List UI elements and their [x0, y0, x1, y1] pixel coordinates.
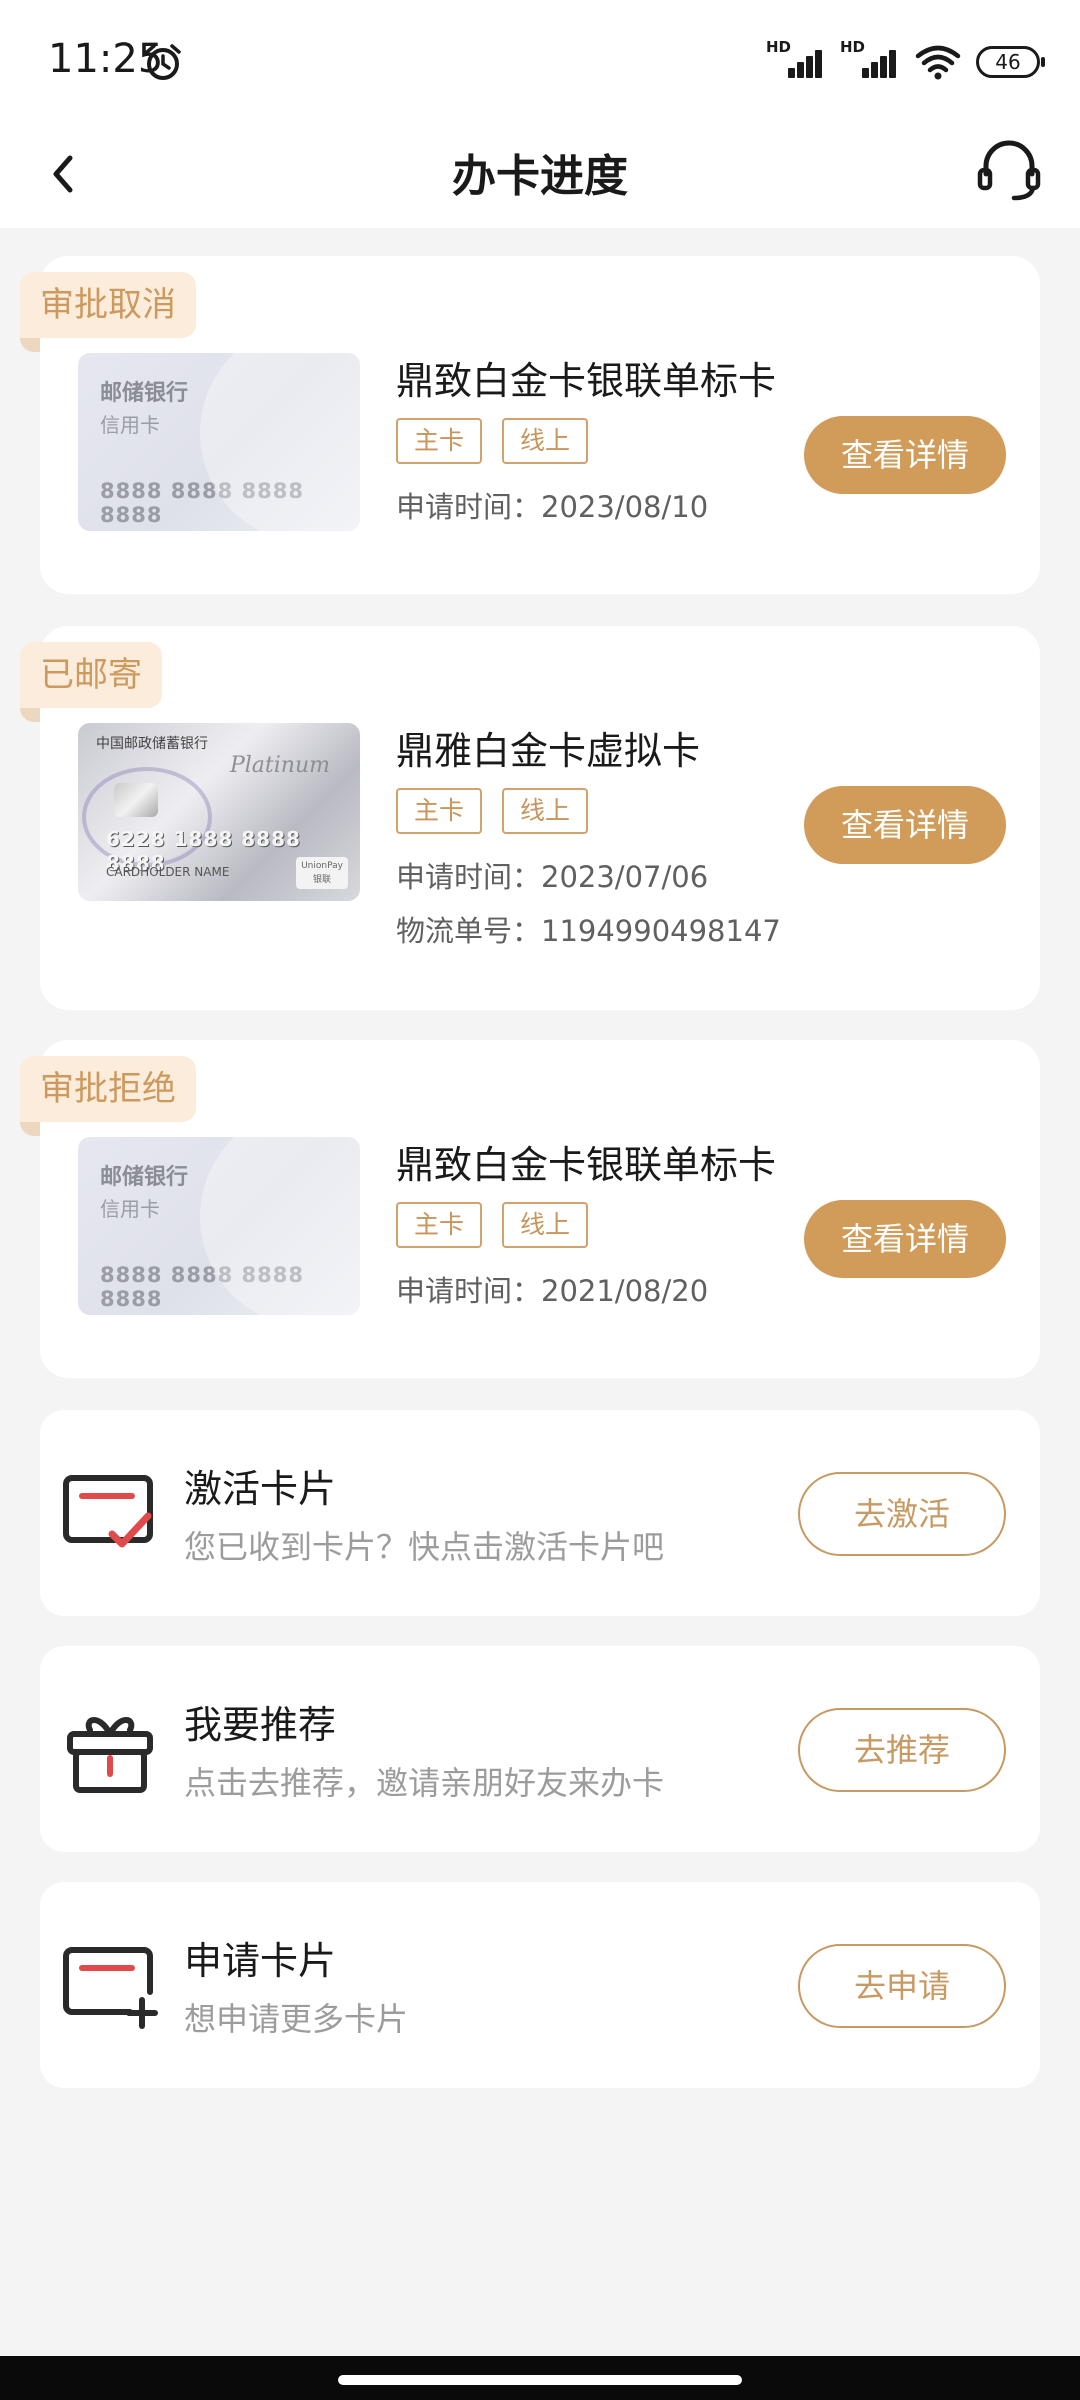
battery-icon: 46: [976, 46, 1045, 78]
application-card: 审批拒绝 邮储银行 信用卡 8888 8888 8888 8888 鼎致白金卡银…: [20, 1040, 1040, 1378]
card-name: 鼎致白金卡银联单标卡: [396, 1143, 777, 1187]
battery-level: 46: [995, 50, 1021, 74]
card-image-type: 信用卡: [100, 413, 160, 437]
unionpay-logo: UnionPay 银联: [296, 857, 348, 889]
card-image-platinum: Platinum: [229, 753, 330, 778]
tag-primary-card: 主卡: [396, 1202, 482, 1248]
navigation-gesture-bar: [0, 2356, 1080, 2400]
customer-service-headset-icon[interactable]: [974, 134, 1044, 204]
credit-card-image: 中国邮政储蓄银行 Platinum 6228 1888 8888 8888 CA…: [78, 723, 360, 901]
application-card: 审批取消 邮储银行 信用卡 8888 8888 8888 8888 鼎致白金卡银…: [20, 256, 1040, 594]
apply-card-row[interactable]: 申请卡片 想申请更多卡片 去申请: [40, 1882, 1040, 2088]
credit-card-image: 邮储银行 信用卡 8888 8888 8888 8888: [78, 353, 360, 531]
card-image-holder: CARDHOLDER NAME: [106, 865, 230, 879]
signal-icon: HD: [840, 38, 900, 82]
tag-primary-card: 主卡: [396, 788, 482, 834]
status-icons: HD HD 46: [766, 38, 1045, 84]
action-title: 激活卡片: [184, 1467, 337, 1511]
card-check-icon: [63, 1475, 153, 1548]
home-indicator[interactable]: [338, 2375, 742, 2385]
action-subtitle: 点击去推荐，邀请亲朋好友来办卡: [184, 1764, 665, 1802]
apply-time: 申请时间：2021/08/20: [396, 1274, 709, 1308]
nav-bar: 办卡进度: [0, 120, 1080, 228]
application-card: 已邮寄 中国邮政储蓄银行 Platinum 6228 1888 8888 888…: [20, 626, 1040, 1010]
card-image-type: 信用卡: [100, 1197, 160, 1221]
view-details-button[interactable]: 查看详情: [804, 1200, 1006, 1278]
action-subtitle: 想申请更多卡片: [184, 2000, 409, 2038]
tag-online: 线上: [502, 418, 588, 464]
card-plus-icon: [63, 1947, 158, 2029]
apply-time: 申请时间：2023/08/10: [396, 490, 709, 524]
activate-button[interactable]: 去激活: [798, 1472, 1006, 1556]
card-image-bank: 邮储银行: [100, 1165, 189, 1190]
view-details-button[interactable]: 查看详情: [804, 786, 1006, 864]
tracking-number: 物流单号：1194990498147: [396, 914, 781, 948]
action-title: 申请卡片: [184, 1939, 337, 1983]
apply-button[interactable]: 去申请: [798, 1944, 1006, 2028]
card-image-bank: 邮储银行: [100, 381, 189, 406]
status-bar: 11:25 HD HD 46: [0, 0, 1080, 120]
view-details-button[interactable]: 查看详情: [804, 416, 1006, 494]
gift-icon: [67, 1717, 153, 1793]
tag-primary-card: 主卡: [396, 418, 482, 464]
tag-online: 线上: [502, 788, 588, 834]
status-badge: 审批拒绝: [20, 1056, 196, 1136]
recommend-row[interactable]: 我要推荐 点击去推荐，邀请亲朋好友来办卡 去推荐: [40, 1646, 1040, 1852]
activate-card-row[interactable]: 激活卡片 您已收到卡片？快点击激活卡片吧 去激活: [40, 1410, 1040, 1616]
apply-time: 申请时间：2023/07/06: [396, 860, 709, 894]
signal-icon: HD: [766, 38, 826, 82]
card-image-number: 8888 8888 8888 8888: [100, 1263, 304, 1311]
alarm-icon: [145, 44, 181, 80]
action-subtitle: 您已收到卡片？快点击激活卡片吧: [184, 1528, 665, 1566]
credit-card-image: 邮储银行 信用卡 8888 8888 8888 8888: [78, 1137, 360, 1315]
card-image-bank: 中国邮政储蓄银行: [96, 736, 208, 752]
status-badge: 审批取消: [20, 272, 196, 352]
recommend-button[interactable]: 去推荐: [798, 1708, 1006, 1792]
wifi-icon: [915, 45, 961, 80]
card-name: 鼎致白金卡银联单标卡: [396, 359, 777, 403]
tag-online: 线上: [502, 1202, 588, 1248]
card-name: 鼎雅白金卡虚拟卡: [396, 729, 701, 773]
card-image-number: 8888 8888 8888 8888: [100, 479, 304, 527]
page-title: 办卡进度: [452, 151, 628, 202]
action-title: 我要推荐: [184, 1703, 337, 1747]
status-badge: 已邮寄: [20, 642, 162, 722]
card-chip-icon: [114, 783, 158, 817]
